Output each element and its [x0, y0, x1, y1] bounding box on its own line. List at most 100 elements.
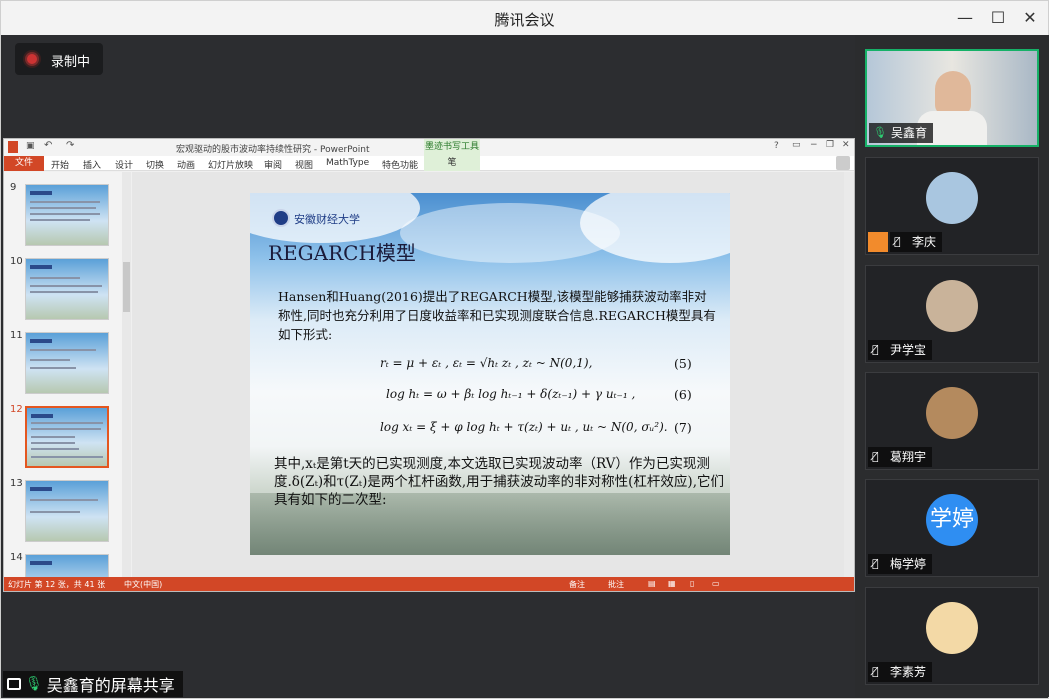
slide-thumbnail[interactable]: 9: [8, 180, 128, 250]
participant-name-tag: 🎙 吴鑫育: [869, 123, 934, 143]
slide-thumbnail[interactable]: 14: [8, 550, 128, 577]
slide-count-status: 幻灯片 第 12 张，共 41 张: [8, 580, 106, 589]
redo-icon[interactable]: ↷: [66, 140, 74, 151]
university-logo: 安徽财经大学: [272, 209, 372, 227]
microphone-muted-icon: 🎙̸: [872, 343, 879, 356]
sorter-view-icon[interactable]: ▦: [668, 579, 676, 588]
participant-tile[interactable]: 🎙̸ 李素芳: [865, 587, 1039, 685]
recording-indicator[interactable]: 录制中: [15, 43, 103, 75]
powerpoint-icon: [8, 141, 18, 153]
equation-7-number: (7): [674, 420, 692, 435]
normal-view-icon[interactable]: ▤: [648, 579, 656, 588]
cloud-decoration: [580, 193, 730, 263]
thumbnail-number: 10: [10, 256, 23, 267]
participant-tile[interactable]: 🎙̸ 李庆: [865, 157, 1039, 255]
ppt-status-bar: 幻灯片 第 12 张，共 41 张 中文(中国) 备注 批注 ▤ ▦ ▯ ▭: [4, 577, 854, 591]
tab-slideshow[interactable]: 幻灯片放映: [208, 158, 253, 171]
meeting-window: 腾讯会议 — ☐ ✕ 录制中 ▣ ↶ ↷ 宏观驱动的股市波动率持续性研究 - P…: [0, 0, 1049, 699]
slide-heading: REGARCH模型: [268, 241, 416, 265]
participant-avatar: [926, 387, 978, 439]
thumbnail-image: [25, 258, 109, 320]
participant-name: 李素芳: [890, 665, 927, 679]
slide-thumbnail-selected[interactable]: 12: [8, 402, 128, 472]
equation-5: rₜ = μ + εₜ , εₜ = √hₜ zₜ , zₜ ~ N(0,1),: [380, 356, 593, 370]
ppt-restore-icon[interactable]: ❐: [826, 140, 834, 150]
tab-special-features[interactable]: 特色功能: [382, 158, 418, 171]
microphone-on-icon: 🎙: [873, 126, 887, 139]
thumbnail-scrollbar[interactable]: [122, 172, 131, 577]
participant-face: [935, 71, 971, 115]
undo-icon[interactable]: ↶: [44, 140, 52, 151]
notes-button[interactable]: 备注: [569, 579, 585, 590]
ppt-title-bar: ▣ ↶ ↷ 宏观驱动的股市波动率持续性研究 - PowerPoint 墨迹书写工…: [4, 139, 854, 156]
tab-review[interactable]: 审阅: [264, 158, 282, 171]
tab-animations[interactable]: 动画: [177, 158, 195, 171]
tab-pen[interactable]: 笔: [424, 156, 480, 171]
microphone-muted-icon: 🎙̸: [872, 665, 879, 678]
tab-insert[interactable]: 插入: [83, 158, 101, 171]
thumbnail-number: 12: [10, 404, 23, 415]
ribbon-tabs: 文件 开始 插入 设计 切换 动画 幻灯片放映 审阅 视图 MathType 特…: [4, 156, 854, 171]
powerpoint-window: ▣ ↶ ↷ 宏观驱动的股市波动率持续性研究 - PowerPoint 墨迹书写工…: [3, 138, 855, 592]
title-bar: 腾讯会议 — ☐ ✕: [1, 1, 1048, 35]
university-seal-icon: [272, 209, 290, 227]
microphone-icon: 🎙: [25, 676, 43, 692]
tab-design[interactable]: 设计: [115, 158, 133, 171]
participant-name: 梅学婷: [890, 557, 927, 571]
tab-file[interactable]: 文件: [4, 156, 44, 171]
ppt-minimize-icon[interactable]: −: [810, 140, 818, 150]
screen-share-icon: [7, 678, 21, 690]
save-icon[interactable]: ▣: [26, 141, 35, 151]
ppt-close-icon[interactable]: ✕: [842, 140, 850, 150]
ribbon-options-icon[interactable]: ▭: [792, 140, 801, 150]
participant-name-tag: 🎙̸ 李庆: [890, 232, 943, 252]
thumbnail-image: [25, 406, 109, 468]
scrollbar-thumb[interactable]: [123, 262, 130, 312]
reading-view-icon[interactable]: ▯: [690, 579, 694, 588]
slide-thumbnail[interactable]: 10: [8, 254, 128, 324]
participant-name-tag: 🎙̸ 梅学婷: [868, 554, 933, 574]
microphone-muted-icon: 🎙̸: [872, 450, 879, 463]
participant-avatar: [926, 172, 978, 224]
tab-view[interactable]: 视图: [295, 158, 313, 171]
equation-6-number: (6): [674, 387, 692, 402]
participant-name-tag: 🎙̸ 葛翔宇: [868, 447, 933, 467]
microphone-muted-icon: 🎙̸: [872, 557, 879, 570]
tab-home[interactable]: 开始: [51, 158, 69, 171]
ppt-document-title: 宏观驱动的股市波动率持续性研究 - PowerPoint: [176, 145, 370, 155]
screen-share-owner: 吴鑫育的屏幕共享: [46, 676, 175, 695]
person-badge-icon: [868, 232, 888, 252]
tab-mathtype[interactable]: MathType: [326, 158, 369, 168]
canvas-scrollbar[interactable]: [844, 172, 854, 577]
close-button[interactable]: ✕: [1018, 7, 1042, 29]
maximize-button[interactable]: ☐: [986, 7, 1010, 29]
slide-editing-canvas: 安徽财经大学 REGARCH模型 Hansen和Huang(2016)提出了RE…: [132, 172, 844, 577]
participant-tile[interactable]: 🎙̸ 尹学宝: [865, 265, 1039, 363]
participant-avatar: 学婷: [926, 494, 978, 546]
thumbnail-number: 9: [10, 182, 17, 193]
slideshow-view-icon[interactable]: ▭: [712, 579, 720, 588]
tab-transitions[interactable]: 切换: [146, 158, 164, 171]
slide-paragraph-1: Hansen和Huang(2016)提出了REGARCH模型,该模型能够捕获波动…: [278, 289, 716, 342]
participant-tile[interactable]: 🎙 吴鑫育: [865, 49, 1039, 147]
participant-name-tag: 🎙̸ 尹学宝: [868, 340, 933, 360]
equation-5-number: (5): [674, 356, 692, 371]
microphone-muted-icon: 🎙̸: [894, 235, 901, 248]
window-title: 腾讯会议: [494, 11, 555, 29]
slide-thumbnail[interactable]: 13: [8, 476, 128, 546]
minimize-button[interactable]: —: [953, 7, 977, 29]
help-icon[interactable]: ?: [774, 141, 779, 151]
thumbnail-image: [25, 184, 109, 246]
thumbnail-image: [25, 332, 109, 394]
comments-button[interactable]: 批注: [608, 579, 624, 590]
slide-thumbnail[interactable]: 11: [8, 328, 128, 398]
participant-tile[interactable]: 🎙̸ 葛翔宇: [865, 372, 1039, 470]
language-status[interactable]: 中文(中国): [124, 579, 162, 590]
thumbnail-number: 14: [10, 552, 23, 563]
participant-tile[interactable]: 学婷 🎙̸ 梅学婷: [865, 479, 1039, 577]
participant-avatar: [926, 602, 978, 654]
equation-7: log xₜ = ξ + φ log hₜ + τ(zₜ) + uₜ , uₜ …: [380, 420, 668, 434]
participant-avatar: [926, 280, 978, 332]
account-icon[interactable]: [836, 156, 850, 170]
thumbnail-number: 13: [10, 478, 23, 489]
